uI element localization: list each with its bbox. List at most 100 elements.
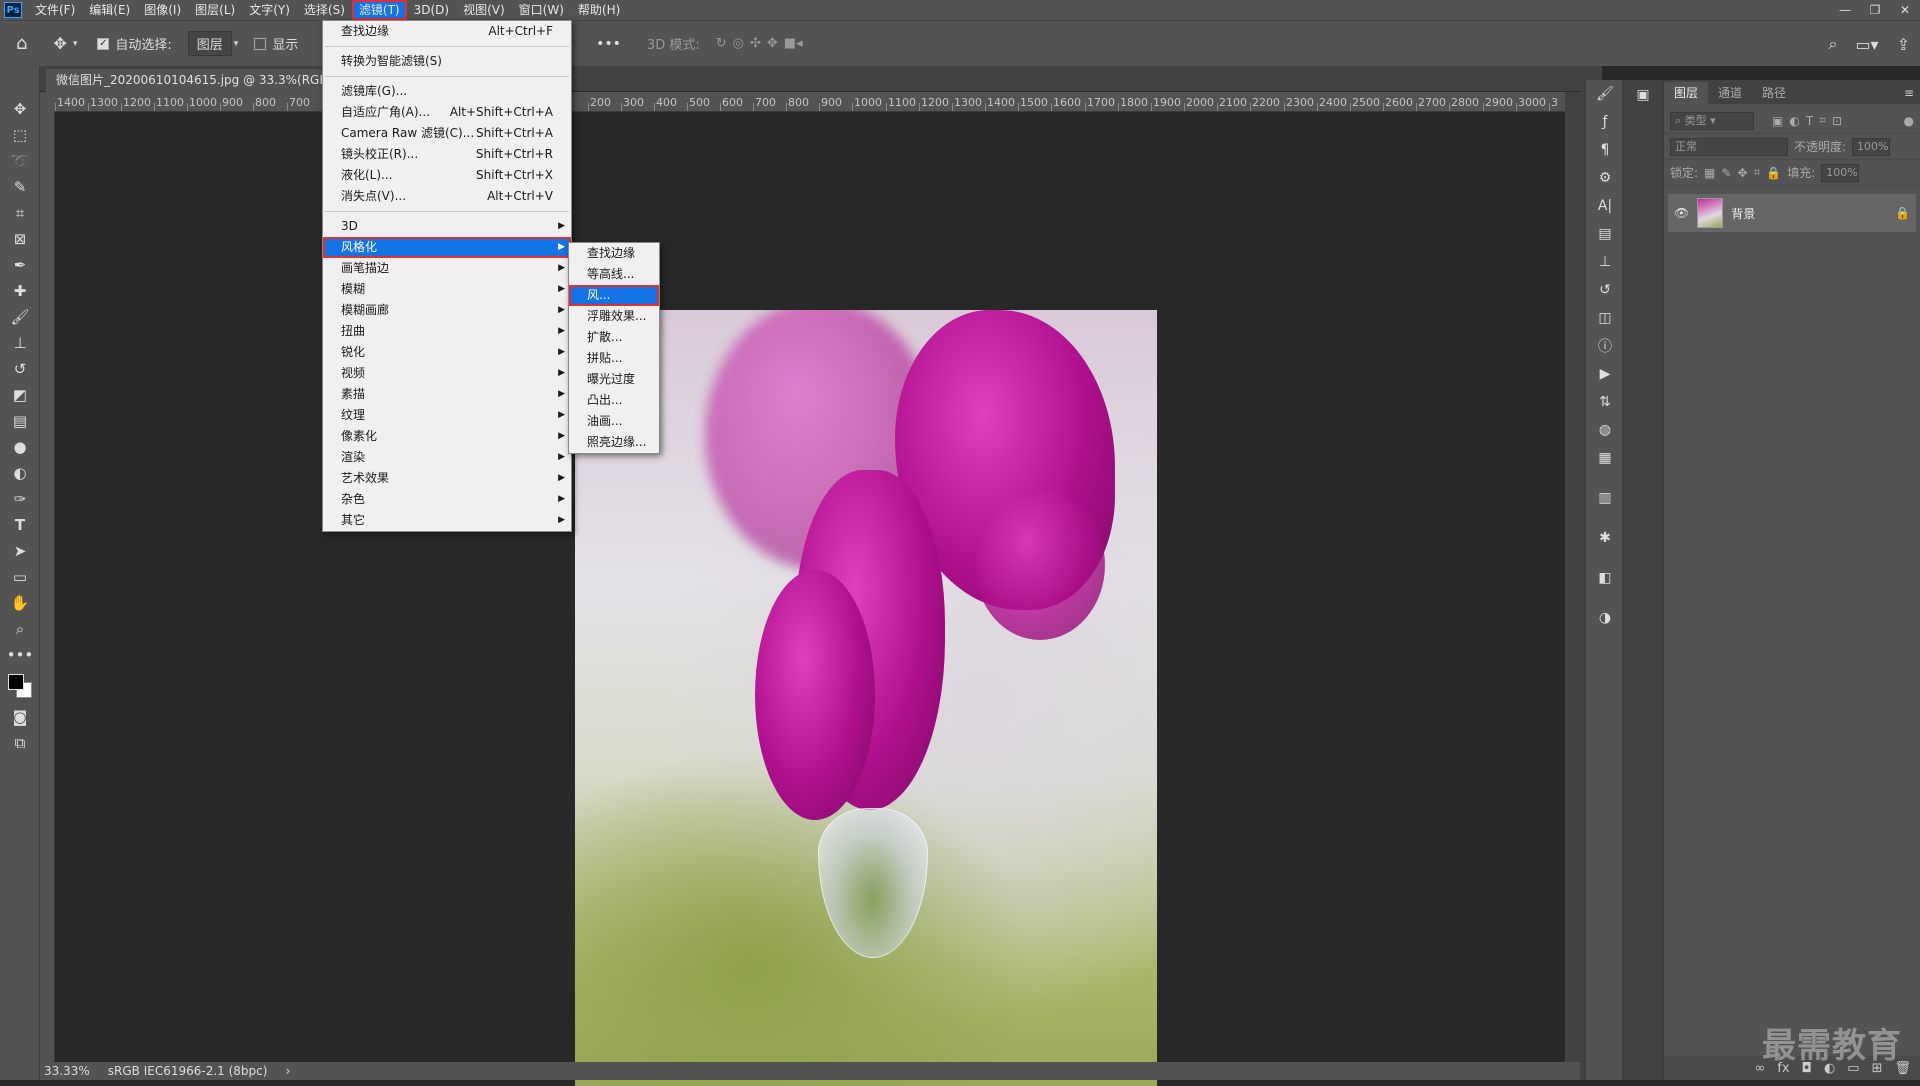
workspace-icon[interactable]: ▭▾ xyxy=(1855,35,1878,54)
filter-menu-item[interactable]: 扭曲 ▶ xyxy=(323,321,571,342)
lock-artboard-icon[interactable]: ⌗ xyxy=(1754,165,1761,180)
styles-icon[interactable]: ◫ xyxy=(1586,304,1624,332)
filter-menu-item[interactable]: 3D ▶ xyxy=(323,216,571,237)
menu-7[interactable]: 3D(D) xyxy=(407,0,456,20)
filter-menu-item[interactable]: 艺术效果 ▶ xyxy=(323,468,571,489)
stylize-item[interactable]: 浮雕效果... xyxy=(569,306,659,327)
brush-tool-icon[interactable]: 🖌 xyxy=(0,304,40,330)
show-transform-checkbox[interactable] xyxy=(254,37,267,50)
filter-menu-item[interactable]: 纹理 ▶ xyxy=(323,405,571,426)
lock-transparent-icon[interactable]: ▦ xyxy=(1704,166,1715,180)
menu-3[interactable]: 图层(L) xyxy=(188,0,242,20)
stylize-item[interactable]: 查找边缘 xyxy=(569,243,659,264)
magic-wand-icon[interactable]: ✎ xyxy=(0,174,40,200)
color-icon[interactable]: ◑ xyxy=(1586,604,1624,632)
character-icon[interactable]: A| xyxy=(1586,192,1624,220)
stylize-item[interactable]: 风... xyxy=(569,285,659,306)
3d-scale-icon[interactable]: ■◂ xyxy=(784,36,803,51)
filter-menu-item[interactable]: 视频 ▶ xyxy=(323,363,571,384)
libraries-icon[interactable]: ◧ xyxy=(1586,564,1624,592)
move-tool-icon[interactable]: ✥ xyxy=(0,96,40,122)
filter-toggle-icon[interactable]: ● xyxy=(1904,114,1914,128)
3d-panel-icon[interactable]: ◍ xyxy=(1586,416,1624,444)
actions-play-icon[interactable]: ▶ xyxy=(1586,360,1624,388)
crop-tool-icon[interactable]: ⌗ xyxy=(0,200,40,226)
rectangle-tool-icon[interactable]: ▭ xyxy=(0,564,40,590)
frame-tool-icon[interactable]: ⊠ xyxy=(0,226,40,252)
visibility-eye-icon[interactable]: 👁 xyxy=(1674,206,1689,220)
pen-tool-icon[interactable]: ✑ xyxy=(0,486,40,512)
eyedropper-icon[interactable]: ✒ xyxy=(0,252,40,278)
panel-menu-icon[interactable]: ≡ xyxy=(1894,82,1920,104)
layer-filter-input[interactable]: ⌕ 类型 ▾ xyxy=(1670,111,1754,130)
share-icon[interactable]: ⇪ xyxy=(1897,35,1910,54)
history-icon[interactable]: ↺ xyxy=(1586,276,1624,304)
fill-input[interactable]: 100% xyxy=(1821,163,1860,182)
auto-select-checkbox[interactable]: ✓ xyxy=(97,37,110,50)
filter-menu-item[interactable]: Camera Raw 滤镜(C)... Shift+Ctrl+A xyxy=(323,123,571,144)
more-tools-icon[interactable]: ••• xyxy=(0,642,40,668)
filter-menu-item[interactable]: 模糊画廊 ▶ xyxy=(323,300,571,321)
menu-2[interactable]: 图像(I) xyxy=(137,0,188,20)
type-tool-icon[interactable]: T xyxy=(0,512,40,538)
blur-tool-icon[interactable]: ● xyxy=(0,434,40,460)
filter-menu-item[interactable]: 风格化 ▶ xyxy=(323,237,571,258)
paragraph-icon[interactable]: ¶ xyxy=(1586,136,1624,164)
menu-5[interactable]: 选择(S) xyxy=(297,0,352,20)
minimize-button[interactable]: — xyxy=(1830,0,1860,20)
filter-type-icon[interactable]: T xyxy=(1806,114,1813,128)
filter-menu-item[interactable]: 滤镜库(G)... xyxy=(323,81,571,102)
menu-10[interactable]: 帮助(H) xyxy=(571,0,627,20)
properties-icon[interactable]: ▤ xyxy=(1586,220,1624,248)
dodge-tool-icon[interactable]: ◐ xyxy=(0,460,40,486)
fx-icon[interactable]: ƒ xyxy=(1586,108,1624,136)
filter-menu-item[interactable]: 锐化 ▶ xyxy=(323,342,571,363)
3d-roll-icon[interactable]: ◎ xyxy=(733,36,744,51)
menu-4[interactable]: 文字(Y) xyxy=(242,0,297,20)
table-icon[interactable]: ▦ xyxy=(1586,444,1624,472)
lock-position-icon[interactable]: ✥ xyxy=(1737,166,1747,180)
opacity-input[interactable]: 100% xyxy=(1852,137,1891,156)
restore-button[interactable]: ❐ xyxy=(1860,0,1890,20)
lasso-tool-icon[interactable]: ➰ xyxy=(0,148,40,174)
path-select-icon[interactable]: ➤ xyxy=(0,538,40,564)
tab-channels[interactable]: 通道 xyxy=(1708,82,1752,104)
notes-icon[interactable]: ▥ xyxy=(1586,484,1624,512)
menu-1[interactable]: 编辑(E) xyxy=(82,0,137,20)
filter-menu-item[interactable]: 转换为智能滤镜(S) xyxy=(323,51,571,72)
blend-mode-select[interactable]: 正常 xyxy=(1670,137,1788,156)
eraser-icon[interactable]: ◩ xyxy=(0,382,40,408)
stylize-item[interactable]: 曝光过度 xyxy=(569,369,659,390)
document-tab[interactable]: 微信图片_20200610104615.jpg @ 33.3%(RGB/8 xyxy=(46,69,346,92)
hand-tool-icon[interactable]: ✋ xyxy=(0,590,40,616)
clone-source-icon[interactable]: ⊥ xyxy=(1586,248,1624,276)
vertical-scrollbar[interactable] xyxy=(1565,92,1580,1062)
close-button[interactable]: ✕ xyxy=(1890,0,1920,20)
zoom-level[interactable]: 33.33% xyxy=(44,1064,90,1078)
stylize-item[interactable]: 拼贴... xyxy=(569,348,659,369)
filter-adjust-icon[interactable]: ◐ xyxy=(1789,114,1799,128)
marquee-tool-icon[interactable]: ⬚ xyxy=(0,122,40,148)
stylize-item[interactable]: 油画... xyxy=(569,411,659,432)
home-icon[interactable]: ⌂ xyxy=(16,33,27,54)
filter-menu-item[interactable]: 素描 ▶ xyxy=(323,384,571,405)
layer-dropdown[interactable]: 图层 xyxy=(187,31,232,56)
swatches-panel-icon[interactable]: ▣ xyxy=(1623,80,1663,110)
menu-8[interactable]: 视图(V) xyxy=(456,0,512,20)
adjustments-icon[interactable]: ⚙ xyxy=(1586,164,1624,192)
layer-row-background[interactable]: 👁 背景 🔒 xyxy=(1668,194,1916,232)
filter-menu-item[interactable]: 像素化 ▶ xyxy=(323,426,571,447)
filter-menu-item[interactable]: 消失点(V)... Alt+Ctrl+V xyxy=(323,186,571,207)
stylize-item[interactable]: 扩散... xyxy=(569,327,659,348)
tab-paths[interactable]: 路径 xyxy=(1752,82,1796,104)
filter-menu-item[interactable]: 自适应广角(A)... Alt+Shift+Ctrl+A xyxy=(323,102,571,123)
stylize-item[interactable]: 照亮边缘... xyxy=(569,432,659,453)
gradient-tool-icon[interactable]: ▤ xyxy=(0,408,40,434)
tab-layers[interactable]: 图层 xyxy=(1664,82,1709,104)
filter-shape-icon[interactable]: ⌗ xyxy=(1819,113,1826,128)
info-icon[interactable]: ⓘ xyxy=(1586,332,1624,360)
canvas-area[interactable] xyxy=(55,112,1565,1086)
3d-rotate-icon[interactable]: ↻ xyxy=(716,36,727,51)
healing-brush-icon[interactable]: ✚ xyxy=(0,278,40,304)
foreground-color-swatch[interactable] xyxy=(8,674,24,690)
